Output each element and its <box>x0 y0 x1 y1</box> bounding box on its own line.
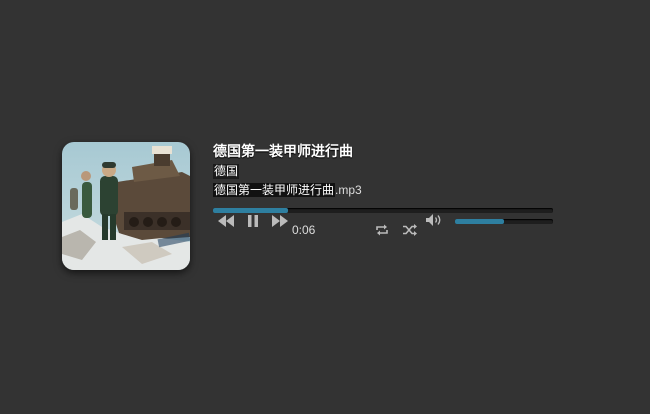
seek-bar-fill <box>213 208 288 213</box>
repeat-icon <box>375 224 389 236</box>
volume-icon <box>425 213 443 227</box>
pause-button[interactable] <box>246 214 260 228</box>
previous-button[interactable] <box>217 214 235 228</box>
volume-slider-fill <box>455 219 504 224</box>
track-filename: 德国第一装甲师进行曲.mp3 <box>213 183 362 198</box>
previous-icon <box>217 214 235 228</box>
next-button[interactable] <box>271 214 289 228</box>
volume-slider[interactable] <box>455 219 553 224</box>
volume-button[interactable] <box>425 213 443 227</box>
shuffle-icon <box>402 224 418 236</box>
next-icon <box>271 214 289 228</box>
elapsed-time: 0:06 <box>292 223 316 237</box>
track-filename-ext: .mp3 <box>335 183 362 197</box>
pause-icon <box>246 214 260 228</box>
album-cover <box>62 142 190 270</box>
track-title: 德国第一装甲师进行曲 <box>213 143 353 159</box>
repeat-button[interactable] <box>375 224 389 236</box>
shuffle-button[interactable] <box>402 224 418 236</box>
track-artist: 德国 <box>213 164 240 179</box>
seek-bar[interactable] <box>213 208 553 213</box>
track-filename-base: 德国第一装甲师进行曲 <box>213 183 336 197</box>
audio-player: 德国第一装甲师进行曲 德国 德国第一装甲师进行曲.mp3 0:06 <box>0 0 650 414</box>
